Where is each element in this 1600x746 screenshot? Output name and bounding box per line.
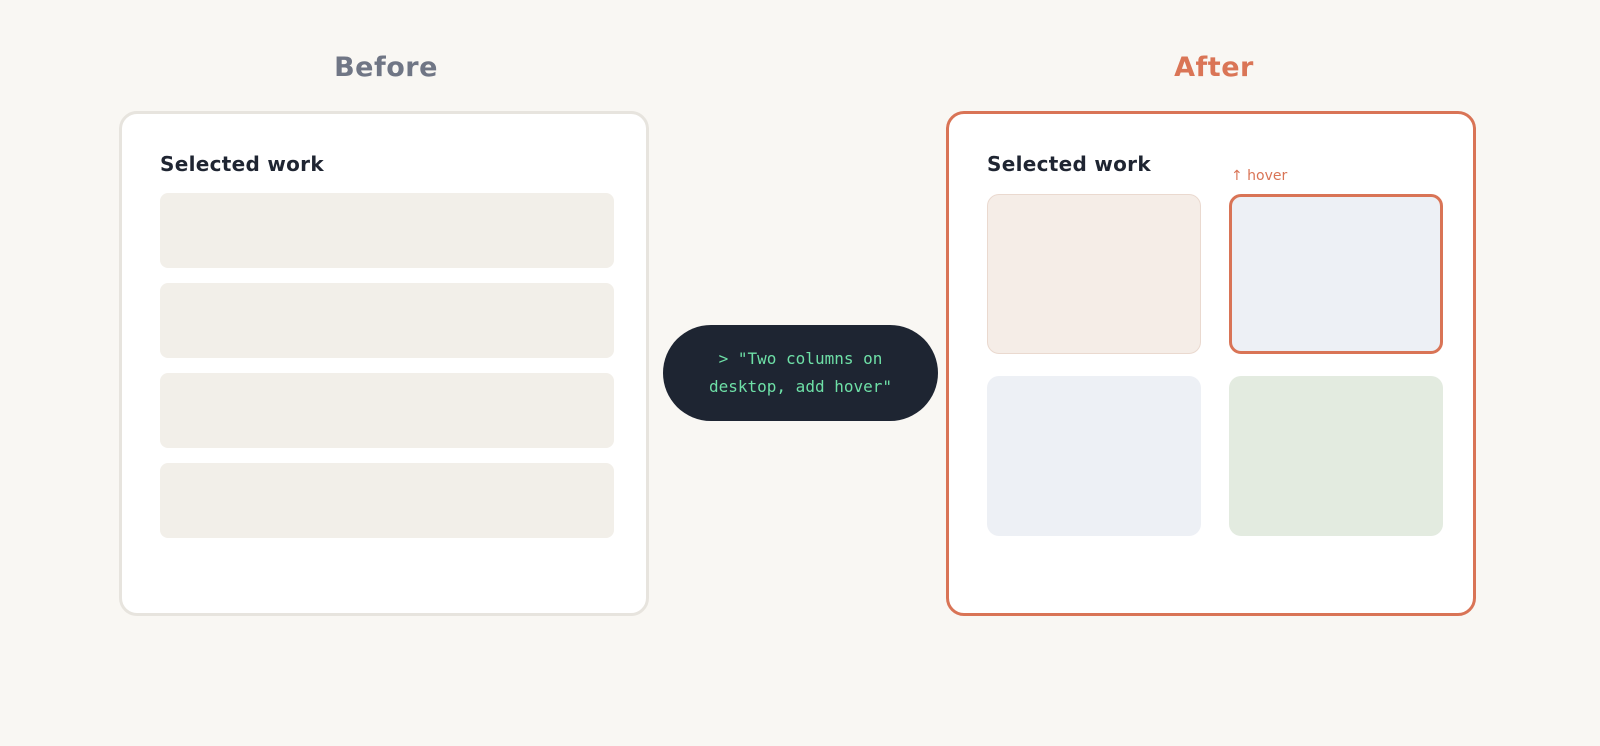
placeholder-row (160, 193, 614, 268)
work-card[interactable] (987, 194, 1201, 354)
work-card-hovered[interactable] (1229, 194, 1443, 354)
after-title: After (1174, 52, 1254, 83)
work-card[interactable] (1229, 376, 1443, 536)
hover-annotation: ↑ hover (1231, 168, 1288, 184)
prompt-text: > "Two columns on desktop, add hover" (708, 349, 893, 396)
placeholder-row (160, 463, 614, 538)
before-panel-heading: Selected work (160, 152, 324, 176)
before-panel: Selected work (119, 111, 649, 616)
after-panel-heading: Selected work (987, 152, 1151, 176)
work-card[interactable] (987, 376, 1201, 536)
before-title: Before (334, 52, 438, 83)
placeholder-row (160, 283, 614, 358)
after-panel: Selected work ↑ hover (946, 111, 1476, 616)
prompt-pill: > "Two columns on desktop, add hover" (663, 325, 938, 421)
placeholder-row (160, 373, 614, 448)
